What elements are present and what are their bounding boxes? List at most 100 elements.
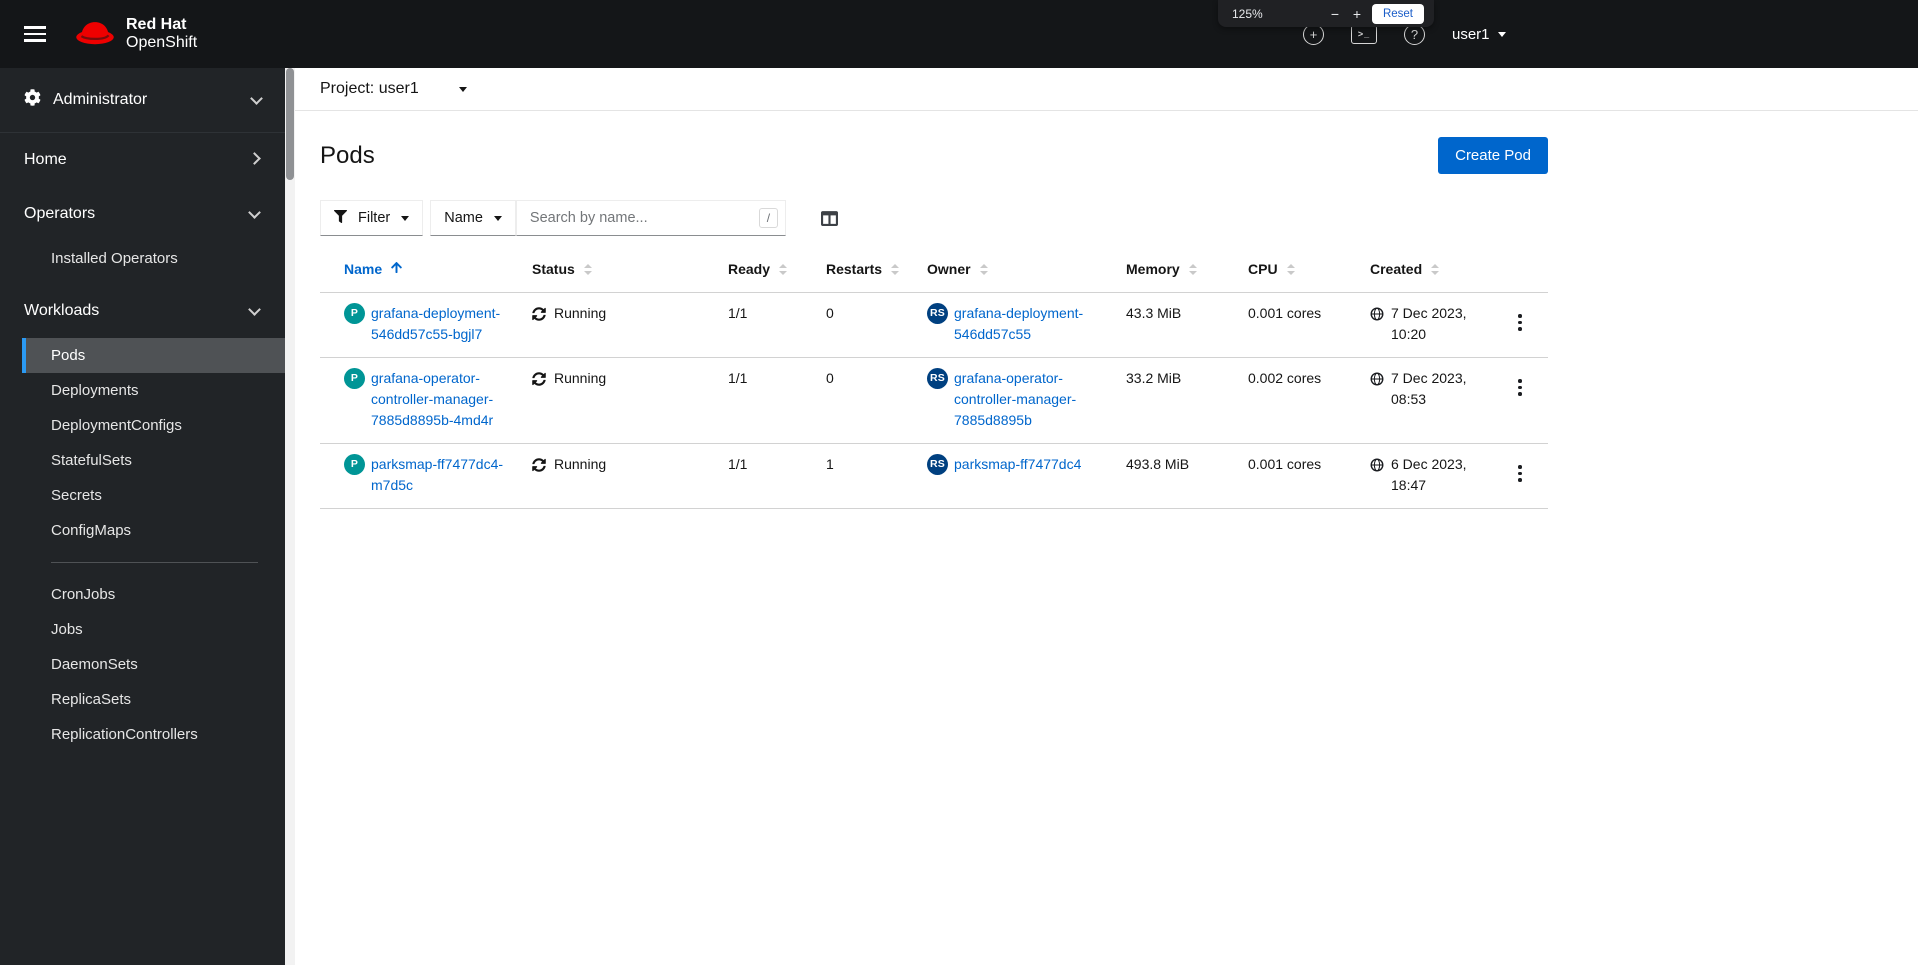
globe-timestamp-icon bbox=[1370, 306, 1384, 327]
sidebar-item-label[interactable]: Secrets bbox=[22, 478, 285, 513]
sort-icon bbox=[1188, 263, 1197, 275]
hamburger-menu-icon[interactable] bbox=[24, 22, 48, 46]
web-terminal-icon[interactable]: >_ bbox=[1351, 24, 1377, 44]
filter-dropdown[interactable]: Filter bbox=[320, 200, 424, 236]
nav-divider bbox=[51, 562, 258, 563]
nav-group-header[interactable]: Workloads bbox=[0, 284, 285, 338]
brand-logo[interactable]: Red Hat OpenShift bbox=[74, 16, 197, 53]
sidebar-item-label[interactable]: ReplicaSets bbox=[22, 682, 285, 717]
sidebar-item-installed operators[interactable]: Installed Operators bbox=[22, 241, 285, 276]
column-header-memory[interactable]: Memory bbox=[1098, 246, 1220, 292]
sidebar-item-deployments[interactable]: Deployments bbox=[22, 373, 285, 408]
sidebar-item-label[interactable]: StatefulSets bbox=[22, 443, 285, 478]
filter-label: Filter bbox=[358, 210, 391, 226]
nav-sublist: Installed Operators bbox=[22, 241, 285, 284]
search-input[interactable] bbox=[515, 200, 786, 236]
zoom-reset-button[interactable]: Reset bbox=[1371, 3, 1424, 24]
created-cell: 7 Dec 2023, 08:53 bbox=[1342, 358, 1500, 443]
nav-group-operators: Operators Installed Operators bbox=[0, 187, 285, 284]
sidebar-item-replicasets[interactable]: ReplicaSets bbox=[22, 682, 285, 717]
nav-group-header[interactable]: Operators bbox=[0, 187, 285, 241]
sidebar-item-statefulsets[interactable]: StatefulSets bbox=[22, 443, 285, 478]
search-attribute-dropdown[interactable]: Name bbox=[430, 200, 516, 236]
kebab-menu-icon[interactable] bbox=[1508, 371, 1532, 404]
column-header-owner[interactable]: Owner bbox=[899, 246, 1098, 292]
sort-icon bbox=[779, 263, 788, 275]
chevron-icon bbox=[248, 152, 261, 165]
memory-cell: 33.2 MiB bbox=[1126, 370, 1182, 386]
status-cell: Running bbox=[516, 293, 700, 357]
kebab-menu-icon[interactable] bbox=[1508, 457, 1532, 490]
zoom-out-button[interactable]: − bbox=[1324, 3, 1346, 25]
sort-icon bbox=[979, 263, 988, 275]
nav-group-label: Workloads bbox=[24, 302, 100, 319]
nav-group-header[interactable]: Home bbox=[0, 133, 285, 187]
column-header-status[interactable]: Status bbox=[516, 246, 700, 292]
sidebar-item-deploymentconfigs[interactable]: DeploymentConfigs bbox=[22, 408, 285, 443]
sidebar: Administrator Home Operators Installed O… bbox=[0, 68, 285, 965]
sort-icon bbox=[583, 263, 592, 275]
column-header-restarts[interactable]: Restarts bbox=[798, 246, 900, 292]
replicaset-badge: RS bbox=[927, 368, 948, 389]
table-row: P grafana-operator-controller-manager-78… bbox=[320, 358, 1548, 444]
sidebar-item-label[interactable]: ConfigMaps bbox=[22, 513, 285, 548]
perspective-switcher[interactable]: Administrator bbox=[0, 68, 285, 133]
sidebar-item-label[interactable]: ReplicationControllers bbox=[22, 717, 285, 752]
sidebar-item-daemonsets[interactable]: DaemonSets bbox=[22, 647, 285, 682]
owner-link[interactable]: grafana-operator-controller-manager-7885… bbox=[954, 368, 1090, 431]
sidebar-item-label[interactable]: Jobs bbox=[22, 612, 285, 647]
chevron-down-icon bbox=[250, 92, 263, 105]
column-label: Restarts bbox=[826, 261, 883, 277]
pod-badge: P bbox=[344, 303, 365, 324]
masthead: Red Hat OpenShift + >_ ? user1 bbox=[0, 0, 1918, 68]
page-content: Pods Create Pod Filter Name / bbox=[295, 137, 1573, 509]
pod-badge: P bbox=[344, 454, 365, 475]
created-cell: 7 Dec 2023, 10:20 bbox=[1342, 293, 1500, 357]
column-header-name[interactable]: Name bbox=[320, 246, 516, 292]
sidebar-scrollbar-thumb[interactable] bbox=[286, 68, 294, 180]
sidebar-nav: Home Operators Installed Operators Workl… bbox=[0, 133, 285, 760]
pod-link[interactable]: parksmap-ff7477dc4-m7d5c bbox=[371, 454, 508, 496]
caret-down-icon bbox=[1497, 31, 1506, 37]
pod-link[interactable]: grafana-operator-controller-manager-7885… bbox=[371, 368, 508, 431]
sidebar-item-label[interactable]: Pods bbox=[26, 338, 285, 373]
caret-down-icon bbox=[493, 215, 502, 221]
sidebar-item-label[interactable]: Deployments bbox=[22, 373, 285, 408]
kebab-menu-icon[interactable] bbox=[1508, 306, 1532, 339]
ready-cell: 1/1 bbox=[728, 305, 748, 321]
nav-sublist: Pods Deployments DeploymentConfigs State… bbox=[22, 338, 285, 760]
chevron-icon bbox=[248, 303, 261, 316]
sidebar-item-label[interactable]: Installed Operators bbox=[22, 241, 285, 276]
sidebar-item-pods[interactable]: Pods bbox=[22, 338, 285, 373]
owner-link[interactable]: parksmap-ff7477dc4 bbox=[954, 454, 1081, 475]
sidebar-item-label[interactable]: DeploymentConfigs bbox=[22, 408, 285, 443]
search-field-wrap: / bbox=[515, 200, 786, 236]
column-header-cpu[interactable]: CPU bbox=[1220, 246, 1342, 292]
ready-cell: 1/1 bbox=[728, 370, 748, 386]
create-pod-button[interactable]: Create Pod bbox=[1438, 137, 1548, 174]
memory-cell: 493.8 MiB bbox=[1126, 456, 1190, 472]
user-menu[interactable]: user1 bbox=[1452, 26, 1506, 43]
column-management-icon[interactable] bbox=[820, 210, 839, 227]
column-header-created[interactable]: Created bbox=[1342, 246, 1500, 292]
sidebar-item-replicationcontrollers[interactable]: ReplicationControllers bbox=[22, 717, 285, 752]
status-text: Running bbox=[554, 370, 607, 386]
gear-icon bbox=[24, 89, 41, 111]
zoom-in-button[interactable]: + bbox=[1346, 3, 1368, 25]
actions-cell bbox=[1500, 444, 1548, 508]
keyboard-shortcut-hint: / bbox=[758, 208, 778, 228]
column-header-ready[interactable]: Ready bbox=[700, 246, 798, 292]
caret-down-icon bbox=[401, 215, 410, 221]
pod-link[interactable]: grafana-deployment-546dd57c55-bgjl7 bbox=[371, 303, 508, 345]
sidebar-item-cronjobs[interactable]: CronJobs bbox=[22, 577, 285, 612]
owner-link[interactable]: grafana-deployment-546dd57c55 bbox=[954, 303, 1090, 345]
sidebar-item-configmaps[interactable]: ConfigMaps bbox=[22, 513, 285, 548]
sidebar-item-label[interactable]: CronJobs bbox=[22, 577, 285, 612]
sidebar-item-jobs[interactable]: Jobs bbox=[22, 612, 285, 647]
sidebar-item-secrets[interactable]: Secrets bbox=[22, 478, 285, 513]
sidebar-item-label[interactable]: DaemonSets bbox=[22, 647, 285, 682]
project-selector[interactable]: Project: user1 bbox=[320, 80, 467, 98]
nav-group-home: Home bbox=[0, 133, 285, 187]
nav-group-workloads: Workloads Pods Deployments DeploymentCon… bbox=[0, 284, 285, 760]
brand-text: Red Hat OpenShift bbox=[126, 16, 197, 53]
